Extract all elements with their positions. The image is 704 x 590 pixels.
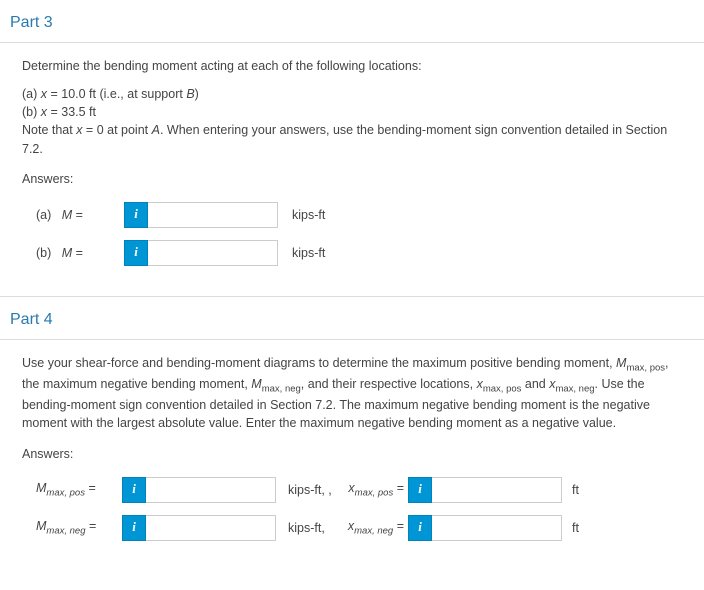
p4-r2-unit1: kips-ft,	[276, 519, 338, 537]
p4-r1-eq2: =	[393, 481, 404, 495]
p4-r2-unit2: ft	[562, 519, 579, 537]
p4-r1-s1: max, pos	[46, 488, 85, 499]
answer-row-b: (b) M = i kips-ft	[22, 240, 682, 266]
p4-r2-s2: max, neg	[354, 526, 393, 537]
part-3-body: Determine the bending moment acting at e…	[0, 43, 704, 297]
p4-t4: and	[521, 377, 549, 391]
cond-a-support: B	[186, 87, 194, 101]
p4-r1-s2: max, pos	[355, 488, 394, 499]
cond-a-prefix: (a)	[22, 87, 41, 101]
xmax-pos-input[interactable]	[432, 477, 562, 503]
answers-label-4: Answers:	[22, 445, 682, 463]
answer-b-eq: =	[72, 246, 83, 260]
p4-r1-unit1: kips-ft, ,	[276, 481, 338, 499]
answer-a-unit: kips-ft	[278, 206, 348, 224]
cond-a-close: )	[195, 87, 199, 101]
condition-a: (a) x = 10.0 ft (i.e., at support B)	[22, 85, 682, 103]
p4-v2: M	[251, 377, 261, 391]
p4-r1-v1: M	[36, 481, 46, 495]
part-4-body: Use your shear-force and bending-moment …	[0, 340, 704, 571]
p4-s2: max, neg	[262, 384, 301, 395]
note-line: Note that x = 0 at point A. When enterin…	[22, 121, 682, 157]
answer-b-unit: kips-ft	[278, 244, 348, 262]
xmax-neg-input[interactable]	[432, 515, 562, 541]
p4-r2-eq: =	[86, 519, 97, 533]
p4-t3: , and their respective locations,	[301, 377, 477, 391]
cond-b-rest: = 33.5 ft	[47, 105, 96, 119]
part-3-prompt: Determine the bending moment acting at e…	[22, 57, 682, 75]
note-point: A	[152, 123, 160, 137]
answer-a-eq: =	[72, 208, 83, 222]
p4-r2-label2: xmax, neg =	[338, 517, 408, 538]
part-3-title: Part 3	[0, 0, 704, 43]
answer-a-prefix: (a)	[36, 208, 51, 222]
note-prefix: Note that	[22, 123, 76, 137]
p4-s1: max, pos	[626, 362, 665, 373]
answer-b-prefix: (b)	[36, 246, 51, 260]
p4-r1-label1: Mmax, pos =	[36, 479, 122, 500]
p4-t1: Use your shear-force and bending-moment …	[22, 356, 616, 370]
answer-b-var: M	[62, 246, 72, 260]
answer-b-label: (b) M =	[36, 244, 124, 262]
p4-r1-eq: =	[85, 481, 96, 495]
mmax-pos-input[interactable]	[146, 477, 276, 503]
cond-b-prefix: (b)	[22, 105, 41, 119]
mmax-neg-input[interactable]	[146, 515, 276, 541]
part-3-conditions: (a) x = 10.0 ft (i.e., at support B) (b)…	[22, 85, 682, 158]
p4-r1-label2: xmax, pos =	[338, 479, 408, 500]
p4-r2-s1: max, neg	[46, 526, 85, 537]
info-icon[interactable]: i	[124, 240, 148, 266]
p4-s4: max, neg	[555, 384, 594, 395]
info-icon[interactable]: i	[408, 515, 432, 541]
answer-b-input[interactable]	[148, 240, 278, 266]
p4-r2-label1: Mmax, neg =	[36, 517, 122, 538]
part-4-prompt: Use your shear-force and bending-moment …	[22, 354, 682, 433]
note-mid: = 0 at point	[82, 123, 151, 137]
p4-row-2: Mmax, neg = i kips-ft, xmax, neg = i ft	[22, 515, 682, 541]
p4-r1-unit2: ft	[562, 481, 579, 499]
condition-b: (b) x = 33.5 ft	[22, 103, 682, 121]
p4-v1: M	[616, 356, 626, 370]
p4-r2-eq2: =	[393, 519, 404, 533]
info-icon[interactable]: i	[122, 515, 146, 541]
p4-r2-v1: M	[36, 519, 46, 533]
p4-row-1: Mmax, pos = i kips-ft, , xmax, pos = i f…	[22, 477, 682, 503]
part-3: Part 3 Determine the bending moment acti…	[0, 0, 704, 297]
info-icon[interactable]: i	[124, 202, 148, 228]
p4-s3: max, pos	[483, 384, 522, 395]
answer-a-input[interactable]	[148, 202, 278, 228]
answer-a-var: M	[62, 208, 72, 222]
answer-row-a: (a) M = i kips-ft	[22, 202, 682, 228]
answer-a-label: (a) M =	[36, 206, 124, 224]
info-icon[interactable]: i	[122, 477, 146, 503]
part-4: Part 4 Use your shear-force and bending-…	[0, 297, 704, 571]
part-4-title: Part 4	[0, 297, 704, 340]
cond-a-eq: = 10.0 ft (i.e., at support	[47, 87, 186, 101]
info-icon[interactable]: i	[408, 477, 432, 503]
answers-label: Answers:	[22, 170, 682, 188]
